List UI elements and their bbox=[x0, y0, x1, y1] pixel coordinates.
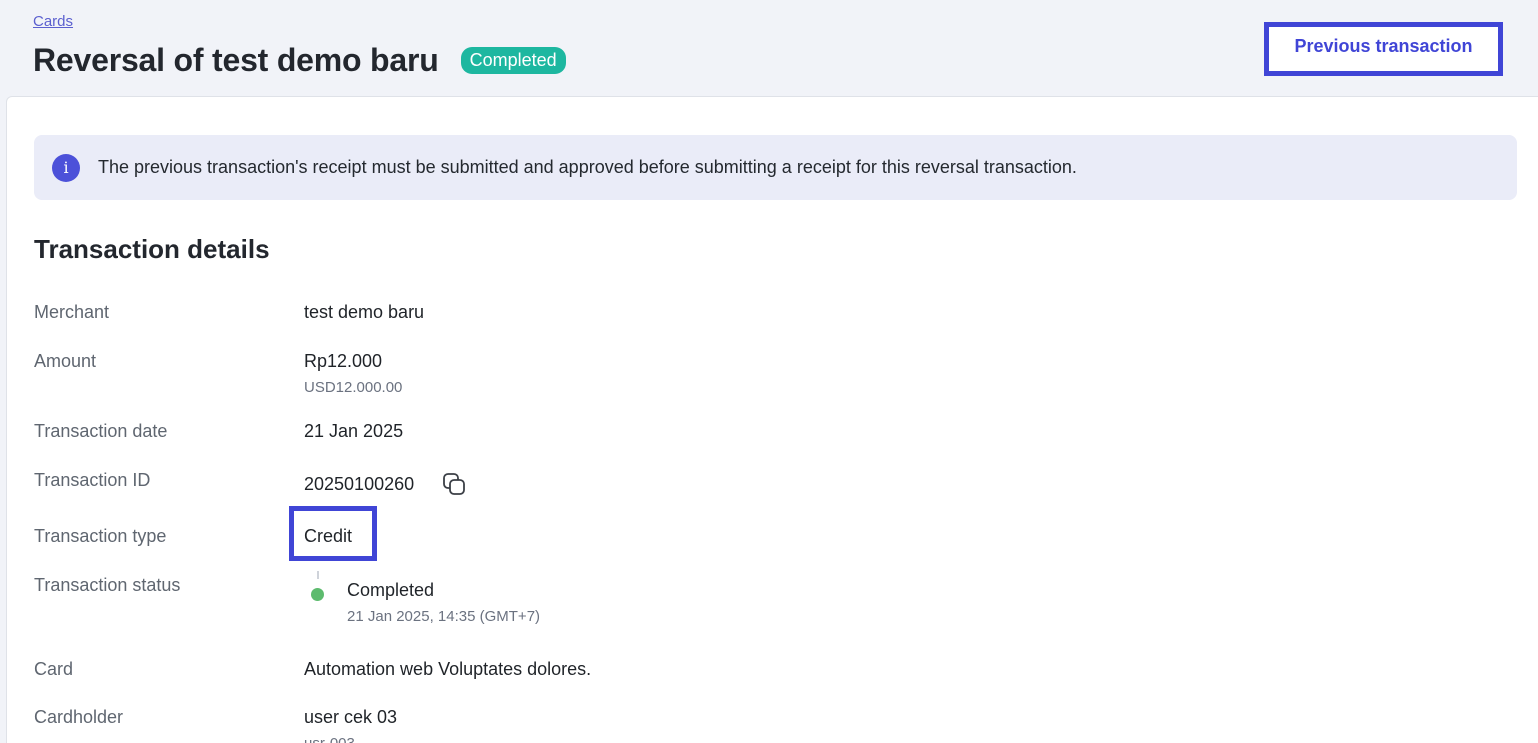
merchant-value: test demo baru bbox=[304, 302, 425, 322]
breadcrumb-cards-link[interactable]: Cards bbox=[33, 13, 73, 30]
transaction-type-label: Transaction type bbox=[34, 526, 167, 546]
amount-value: Rp12.000 bbox=[304, 351, 383, 371]
transaction-date-value: 21 Jan 2025 bbox=[304, 421, 404, 441]
transaction-card: i The previous transaction's receipt mus… bbox=[6, 96, 1538, 743]
info-banner: i The previous transaction's receipt mus… bbox=[34, 135, 1517, 200]
transaction-id-label: Transaction ID bbox=[34, 470, 151, 490]
previous-transaction-button[interactable]: Previous transaction bbox=[1264, 22, 1503, 76]
previous-transaction-label: Previous transaction bbox=[1294, 35, 1473, 56]
page-title: Reversal of test demo baru bbox=[33, 42, 439, 78]
amount-usd-value: USD12.000.00 bbox=[304, 379, 403, 396]
cardholder-label: Cardholder bbox=[34, 707, 124, 727]
transaction-type-highlight bbox=[289, 506, 377, 561]
info-banner-text: The previous transaction's receipt must … bbox=[98, 157, 1077, 177]
transaction-status-label: Transaction status bbox=[34, 575, 181, 595]
transaction-status-time: 21 Jan 2025, 14:35 (GMT+7) bbox=[347, 608, 541, 625]
status-dot-icon bbox=[311, 588, 324, 601]
merchant-label: Merchant bbox=[34, 302, 110, 322]
cardholder-id-value: usr-003 bbox=[304, 735, 355, 743]
page-header: Reversal of test demo baru Completed bbox=[33, 42, 566, 79]
copy-icon[interactable] bbox=[441, 471, 467, 497]
transaction-status-value: Completed bbox=[347, 580, 435, 600]
transaction-date-label: Transaction date bbox=[34, 421, 168, 441]
status-badge: Completed bbox=[460, 47, 566, 74]
status-timeline-line bbox=[317, 571, 319, 579]
info-icon: i bbox=[52, 153, 80, 182]
transaction-id-value: 20250100260 bbox=[304, 474, 415, 494]
card-value: Automation web Voluptates dolores. bbox=[304, 659, 592, 679]
card-label: Card bbox=[34, 659, 74, 679]
amount-label: Amount bbox=[34, 351, 97, 371]
cardholder-value: user cek 03 bbox=[304, 707, 398, 727]
section-title: Transaction details bbox=[34, 234, 270, 264]
